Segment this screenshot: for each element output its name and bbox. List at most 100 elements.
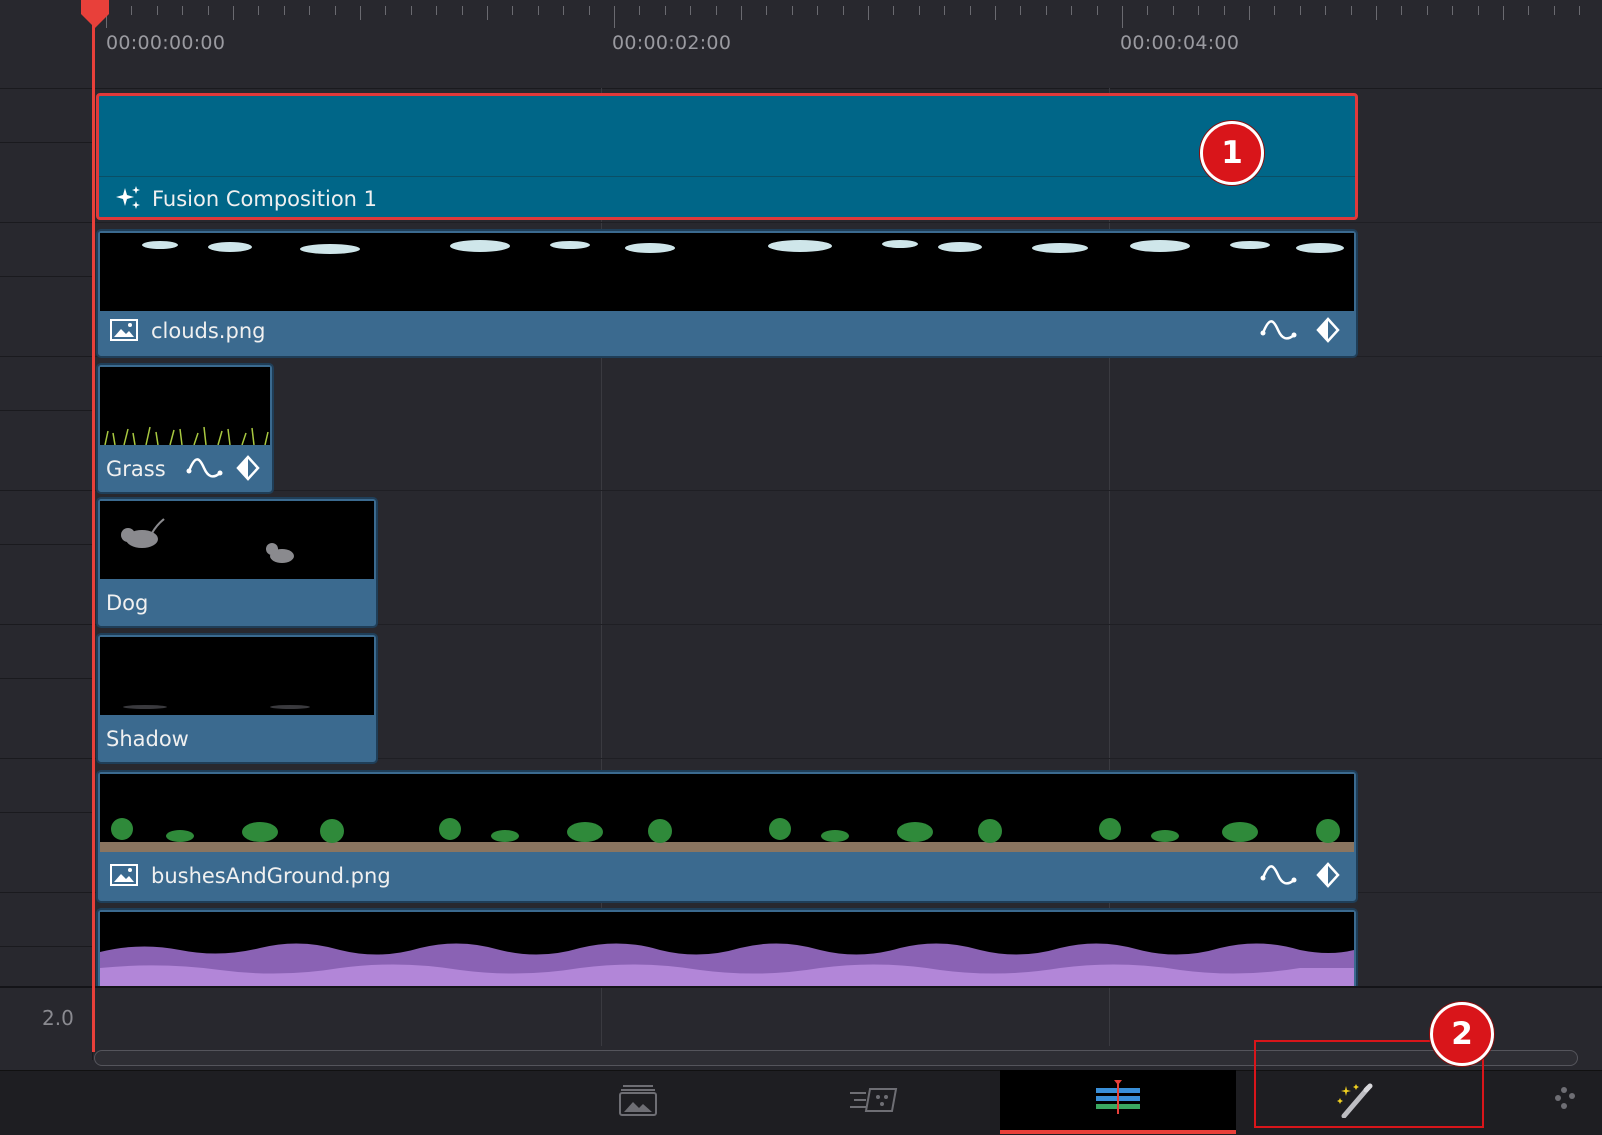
ruler-tick <box>410 6 412 15</box>
ruler-tick <box>309 6 311 15</box>
timecode-2s: 00:00:02:00 <box>612 32 732 54</box>
ruler-tick <box>690 6 692 15</box>
ruler-tick <box>639 6 641 15</box>
clip-label: bushesAndGround.png <box>151 864 391 888</box>
color-dots-icon <box>1550 1082 1590 1122</box>
annotation-badge-1: 1 <box>1200 121 1264 185</box>
ruler-tick <box>1325 6 1327 15</box>
ruler-tick <box>360 6 361 20</box>
ruler-tick <box>1452 6 1454 15</box>
grass-clip[interactable]: Grass <box>96 363 274 494</box>
playhead-handle[interactable] <box>79 0 111 34</box>
ruler-tick <box>918 6 920 15</box>
clip-thumbnail <box>100 367 270 446</box>
ruler-tick <box>1172 6 1174 15</box>
dog-clip[interactable]: Dog <box>96 497 378 628</box>
gutter-divider <box>0 276 92 277</box>
gutter-divider <box>0 678 92 679</box>
ruler-tick <box>512 6 514 15</box>
audio-track-area <box>0 986 1602 1048</box>
gutter-divider <box>0 946 92 947</box>
ruler-tick <box>588 6 590 15</box>
timeline-ruler[interactable]: 00:00:00:00 00:00:02:00 00:00:04:00 <box>92 0 1602 89</box>
annotation-badge-2: 2 <box>1430 1002 1494 1066</box>
keyframe-icon[interactable] <box>1316 862 1340 892</box>
ruler-tick <box>1122 6 1123 28</box>
ruler-tick <box>537 6 539 15</box>
gutter-divider <box>0 222 92 223</box>
timeline-edit-icon <box>1094 1080 1142 1120</box>
media-page-button[interactable] <box>520 1070 756 1134</box>
ruler-tick <box>1503 6 1504 20</box>
ruler-tick <box>461 6 463 15</box>
ruler-tick <box>664 6 666 15</box>
track-header-gutter <box>0 0 93 1060</box>
gutter-divider <box>0 758 92 759</box>
ruler-tick <box>1426 6 1428 15</box>
ruler-tick <box>1477 6 1479 15</box>
cut-page-icon <box>848 1085 900 1119</box>
ruler-tick <box>233 6 234 20</box>
edit-page-button[interactable] <box>1000 1070 1236 1134</box>
ruler-tick <box>436 6 438 15</box>
curve-icon[interactable] <box>1260 862 1298 892</box>
ruler-tick <box>1528 6 1530 15</box>
clip-label: Fusion Composition 1 <box>152 187 378 211</box>
ruler-tick <box>1096 6 1098 15</box>
ruler-tick <box>969 6 971 15</box>
ruler-tick <box>563 6 565 15</box>
ruler-tick <box>131 6 133 15</box>
ruler-tick <box>715 6 717 15</box>
curve-icon[interactable] <box>186 455 224 485</box>
track-separator <box>92 490 1602 491</box>
gutter-divider <box>0 624 92 625</box>
ruler-tick <box>1579 6 1581 15</box>
ruler-tick <box>207 6 209 15</box>
clip-label: Shadow <box>106 727 189 751</box>
ruler-tick <box>614 6 615 28</box>
clip-thumbnail <box>100 774 1354 852</box>
fusion-composition-clip[interactable]: Fusion Composition 1 <box>96 93 1358 220</box>
clouds-clip[interactable]: clouds.png <box>96 229 1358 358</box>
ruler-tick <box>1020 6 1022 15</box>
ruler-tick <box>1274 6 1276 15</box>
ruler-tick <box>385 6 387 15</box>
shadow-clip[interactable]: Shadow <box>96 633 378 764</box>
clip-label: clouds.png <box>151 319 266 343</box>
ruler-tick <box>791 6 793 15</box>
playhead[interactable] <box>92 0 95 1052</box>
ruler-tick <box>868 6 869 20</box>
clip-thumbnail <box>100 637 374 715</box>
ruler-tick <box>1376 6 1377 20</box>
cut-page-button[interactable] <box>756 1070 992 1134</box>
background-clip[interactable] <box>96 908 1358 986</box>
ruler-tick <box>741 6 742 20</box>
ruler-tick <box>1249 6 1250 20</box>
ruler-tick <box>1198 6 1200 15</box>
color-page-button[interactable] <box>1550 1070 1602 1134</box>
keyframe-icon[interactable] <box>236 455 260 485</box>
ruler-tick <box>817 6 819 15</box>
gutter-divider <box>0 812 92 813</box>
gutter-divider <box>0 892 92 893</box>
clip-label: Grass <box>106 457 166 481</box>
curve-icon[interactable] <box>1260 317 1298 347</box>
clip-thumbnail <box>100 501 374 579</box>
image-stack-icon <box>619 1084 657 1120</box>
grid-line <box>601 988 602 1046</box>
ruler-tick <box>995 6 996 20</box>
gutter-divider <box>0 142 92 143</box>
ruler-tick <box>1147 6 1149 15</box>
ruler-tick <box>842 6 844 15</box>
clip-thumbnail <box>100 912 1354 986</box>
clip-thumbnail <box>100 233 1354 311</box>
ruler-tick <box>487 6 488 20</box>
sparkle-icon <box>115 184 143 216</box>
keyframe-icon[interactable] <box>1316 317 1340 347</box>
bushes-and-ground-clip[interactable]: bushesAndGround.png <box>96 770 1358 903</box>
ruler-tick <box>334 6 336 15</box>
ruler-tick <box>944 6 946 15</box>
gutter-divider <box>0 410 92 411</box>
ruler-tick <box>1071 6 1073 15</box>
gutter-divider <box>0 356 92 357</box>
